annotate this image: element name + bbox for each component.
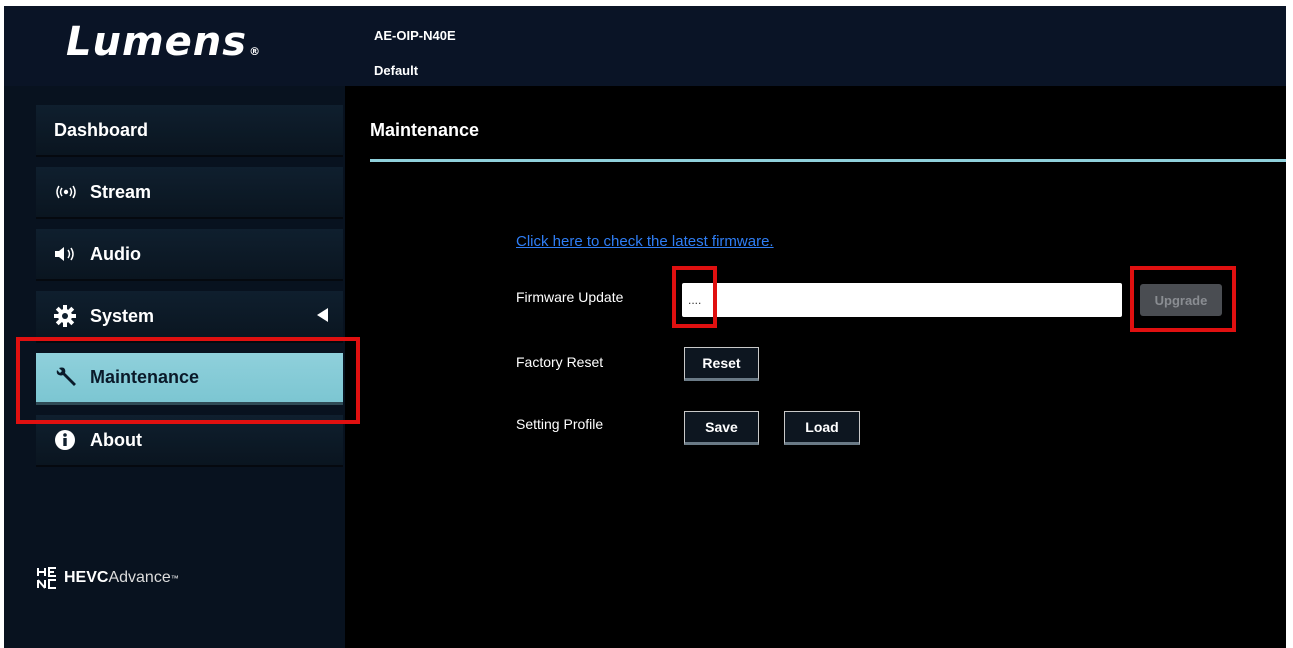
- sidebar-item-label: Stream: [90, 181, 152, 202]
- load-button[interactable]: Load: [784, 411, 860, 445]
- sidebar-item-system[interactable]: System: [36, 291, 343, 343]
- sidebar-item-label: System: [90, 305, 155, 326]
- upgrade-button[interactable]: Upgrade: [1140, 284, 1222, 316]
- factory-reset-label: Factory Reset: [516, 354, 604, 370]
- sidebar-item-audio[interactable]: Audio: [36, 229, 343, 281]
- sidebar-item-label: Maintenance: [90, 367, 200, 387]
- page-title: Maintenance: [370, 120, 480, 140]
- title-divider: [370, 159, 1286, 162]
- wrench-icon: [54, 366, 84, 390]
- sidebar-item-stream[interactable]: Stream: [36, 167, 343, 219]
- header-bar: Lumens ® AE-OIP-N40E Default: [4, 6, 1286, 86]
- speaker-icon: [54, 245, 84, 263]
- sidebar-item-label: Audio: [90, 243, 141, 264]
- hevc-advance-logo: HEVC Advance ™: [36, 566, 179, 590]
- lumens-logo: Lumens ®: [66, 19, 262, 65]
- firmware-update-label: Firmware Update: [516, 289, 624, 305]
- stream-icon: [54, 184, 84, 200]
- firmware-check-link[interactable]: Click here to check the latest firmware.: [516, 233, 774, 250]
- firmware-file-input[interactable]: ....: [682, 283, 1122, 317]
- save-button[interactable]: Save: [684, 411, 759, 445]
- sidebar-item-maintenance[interactable]: Maintenance: [36, 353, 343, 405]
- sidebar-item-label: About: [90, 429, 142, 450]
- device-model: AE-OIP-N40E: [374, 28, 456, 43]
- sidebar-item-dashboard[interactable]: Dashboard: [36, 105, 343, 157]
- collapse-arrow-icon[interactable]: [315, 307, 329, 328]
- hevc-mark-icon: [37, 567, 56, 589]
- setting-profile-label: Setting Profile: [516, 416, 604, 432]
- gear-icon: [54, 305, 84, 327]
- sidebar: Dashboard Stream Audio System Maintenanc…: [4, 86, 345, 648]
- profile-name: Default: [374, 63, 419, 78]
- app-window: Lumens ® AE-OIP-N40E Default Dashboard St…: [4, 6, 1286, 648]
- reset-button[interactable]: Reset: [684, 347, 759, 381]
- sidebar-item-label: Dashboard: [54, 119, 149, 140]
- info-icon: [54, 429, 84, 451]
- sidebar-item-about[interactable]: About: [36, 415, 343, 467]
